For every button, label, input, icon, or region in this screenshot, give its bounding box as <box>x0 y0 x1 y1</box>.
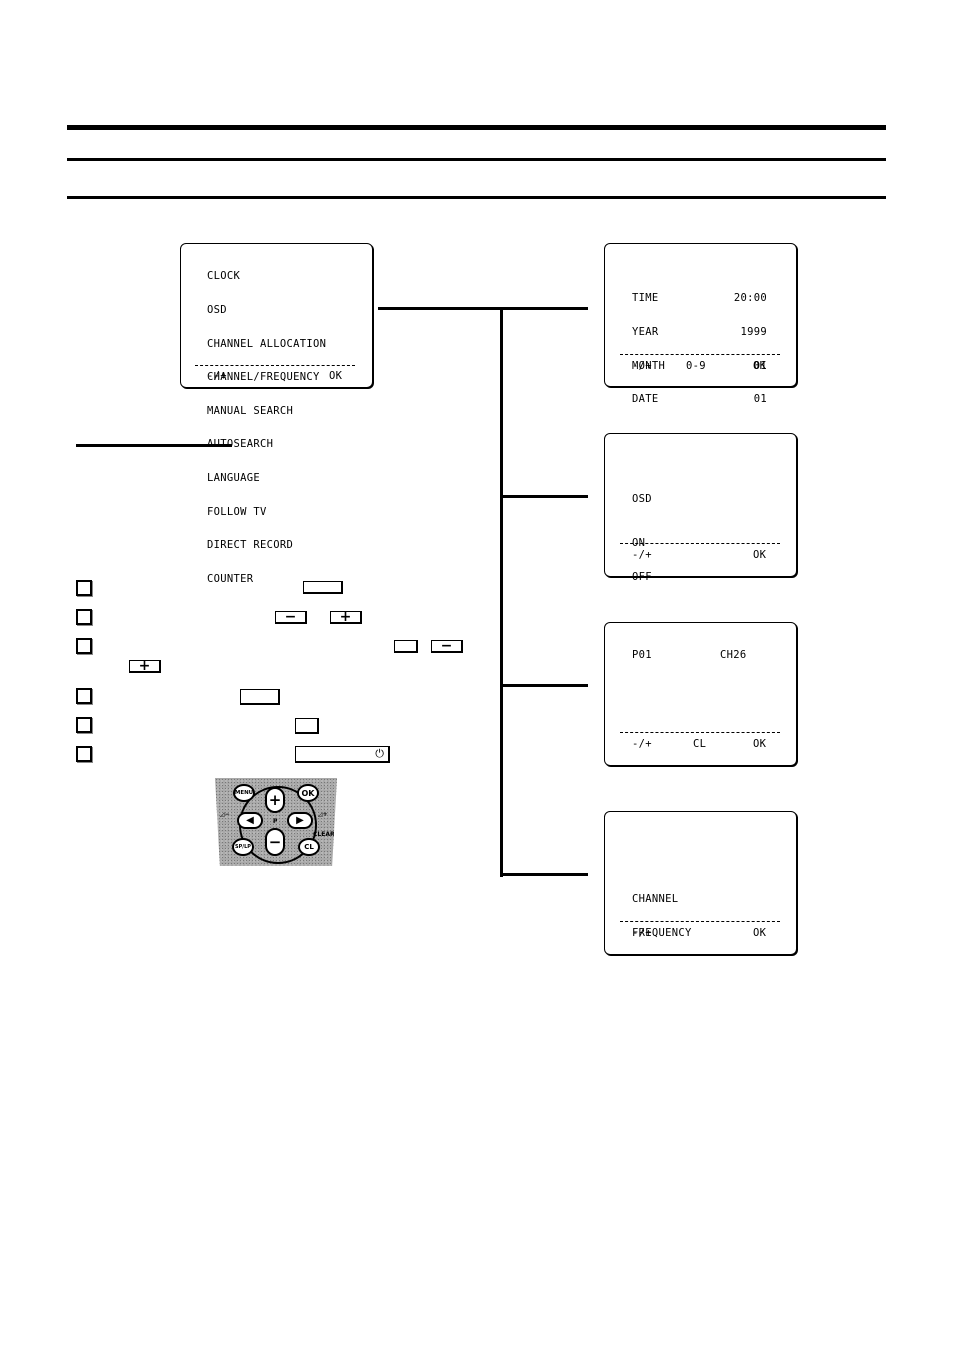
menu-item-direct-record: DIRECT RECORD <box>207 539 294 552</box>
date-value: 01 <box>753 393 767 406</box>
dashed-divider <box>620 354 780 355</box>
year-value: 1999 <box>740 326 767 339</box>
step-checkbox[interactable] <box>76 688 92 704</box>
footer-left: -/+ <box>632 360 652 372</box>
footer-right: OK <box>753 738 767 750</box>
date-label: DATE <box>632 393 659 406</box>
clock-labels: TIME YEAR MONTH DATE <box>632 271 665 428</box>
step-4 <box>76 688 476 708</box>
main-menu-screen: CLOCK OSD CHANNEL ALLOCATION CHANNEL/FRE… <box>180 243 373 585</box>
key-icon <box>394 640 418 653</box>
channel-frequency-screen: CHANNEL FREQUENCY -/+ OK <box>604 811 797 955</box>
channel-number: CH26 <box>720 649 747 661</box>
dashed-divider <box>620 543 780 544</box>
menu-item-clock: CLOCK <box>207 270 241 283</box>
footer-mid: CL <box>693 738 707 750</box>
time-label: TIME <box>632 292 659 305</box>
section-heading-underline <box>76 444 232 447</box>
step-checkbox[interactable] <box>76 609 92 625</box>
remote-control-illustration: MENU OK + − ◀ ▶ SP/LP CL CLEAR P ◿− ◿+ <box>215 778 337 866</box>
option-channel: CHANNEL <box>632 893 679 906</box>
year-label: YEAR <box>632 326 659 339</box>
connector-branch-frequency <box>500 873 588 876</box>
osd-screen: OSD ON OFF -/+ OK <box>604 433 797 583</box>
step-5 <box>76 717 476 737</box>
dashed-divider <box>620 732 780 733</box>
footer-right: OK <box>753 549 767 561</box>
menu-key-icon <box>240 689 280 705</box>
step-checkbox[interactable] <box>76 717 92 733</box>
left-button[interactable]: ◀ <box>237 812 263 829</box>
menu-key-icon <box>303 581 343 594</box>
step-checkbox[interactable] <box>76 580 92 596</box>
menu-item-language: LANGUAGE <box>207 472 260 485</box>
header-rule <box>67 158 886 161</box>
footer-right: OK <box>753 360 767 372</box>
menu-item-channel-allocation: CHANNEL ALLOCATION <box>207 337 327 350</box>
footer-right: OK <box>329 370 343 382</box>
program-number: P01 <box>632 649 652 661</box>
header-rule <box>67 196 886 199</box>
time-value: 20:00 <box>733 292 767 305</box>
menu-item-osd: OSD <box>207 304 227 317</box>
clock-values: 20:00 1999 01 01 <box>734 271 767 428</box>
step-6: ⏻ <box>76 746 476 766</box>
footer-right: OK <box>753 927 767 939</box>
minus-key-icon: − <box>275 610 307 624</box>
footer-mid: 0-9 <box>686 360 706 372</box>
connector-branch-channel <box>500 684 588 687</box>
plus-key-icon: + <box>330 610 362 624</box>
freq-options: CHANNEL FREQUENCY <box>632 872 692 962</box>
step-3: − + <box>76 638 476 673</box>
connector-branch-osd <box>500 495 588 498</box>
step-checkbox[interactable] <box>76 638 92 654</box>
ok-button[interactable]: OK <box>297 784 319 802</box>
ok-key-icon <box>295 718 319 734</box>
osd-option-off: OFF <box>632 571 652 584</box>
p-label: P <box>273 818 278 825</box>
dashed-divider <box>620 921 780 922</box>
step-2: − + <box>76 609 476 629</box>
minus-key-icon: − <box>431 639 463 653</box>
clear-label: CLEAR <box>313 831 335 838</box>
sp-lp-button[interactable]: SP/LP <box>232 838 254 856</box>
dashed-divider <box>195 365 355 366</box>
osd-option-on: ON <box>632 537 646 550</box>
step-1 <box>76 580 476 600</box>
step-checkbox[interactable] <box>76 746 92 762</box>
osd-title: OSD <box>632 493 652 505</box>
footer-left: -/+ <box>207 370 227 382</box>
connector-trunk <box>500 307 503 877</box>
volume-up-label: ◿+ <box>318 811 328 818</box>
header-rule-thick <box>67 125 886 130</box>
plus-key-icon: + <box>129 659 161 673</box>
standby-key-icon: ⏻ <box>295 746 390 763</box>
footer-left: -/+ <box>632 549 652 561</box>
menu-item-manual-search: MANUAL SEARCH <box>207 404 294 417</box>
cl-button[interactable]: CL <box>298 838 320 856</box>
plus-button[interactable]: + <box>265 787 285 813</box>
footer-left: -/+ <box>632 738 652 750</box>
menu-item-follow-tv: FOLLOW TV <box>207 505 267 518</box>
menu-items: CLOCK OSD CHANNEL ALLOCATION CHANNEL/FRE… <box>207 249 326 608</box>
footer-left: -/+ <box>632 927 652 939</box>
menu-button[interactable]: MENU <box>233 784 255 802</box>
volume-down-label: ◿− <box>220 811 230 818</box>
power-icon: ⏻ <box>375 747 384 760</box>
right-button[interactable]: ▶ <box>287 812 313 829</box>
minus-button[interactable]: − <box>265 828 285 856</box>
connector-line <box>378 307 588 310</box>
clock-screen: TIME YEAR MONTH DATE 20:00 1999 01 01 -/… <box>604 243 797 405</box>
channel-allocation-screen: P01 CH26 -/+ CL OK <box>604 622 797 766</box>
